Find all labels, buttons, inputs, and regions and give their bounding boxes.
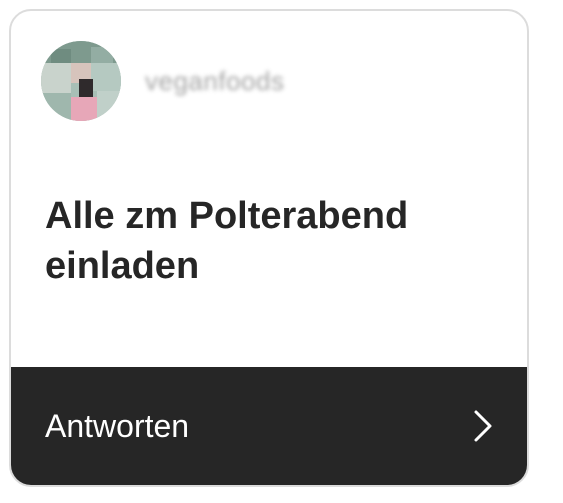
chevron-right-icon [474,410,492,442]
reply-button[interactable]: Antworten [11,367,527,485]
username-text: veganfoods [145,65,285,96]
question-sticker-card: veganfoods Alle zm Polterabend einladen … [9,9,529,487]
question-text: Alle zm Polterabend einladen [45,195,409,287]
username[interactable]: veganfoods [145,66,284,96]
avatar [41,41,121,121]
avatar-image [41,41,121,121]
sticker-header: veganfoods [41,41,284,121]
reply-button-label: Antworten [45,407,190,444]
